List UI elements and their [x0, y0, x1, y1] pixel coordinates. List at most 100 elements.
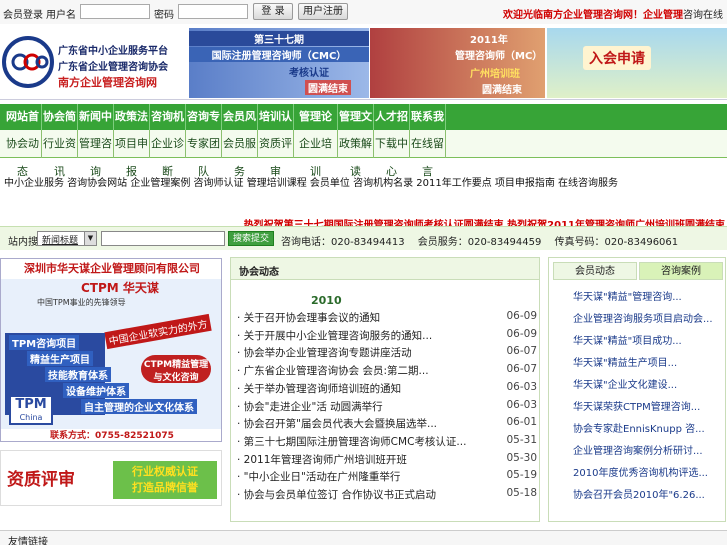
news-title[interactable]: · 关于开展中小企业管理咨询服务的通知...	[237, 328, 497, 343]
ad-ctpm[interactable]: 深圳市华天谋企业管理顾问有限公司 CTPM 华天谋 中国TPM事业的先锋领导 中…	[0, 258, 222, 442]
news-title[interactable]: · 协会召开第"届会员代表大会暨换届选举...	[237, 416, 497, 431]
news-title[interactable]: · 关于举办管理咨询师培训班的通知	[237, 381, 497, 396]
news-title[interactable]: · "中小企业日"活动在广州隆重举行	[237, 469, 497, 484]
news-heading: 协会动态	[239, 267, 279, 278]
subnav-item[interactable]: 管理咨询	[78, 130, 114, 178]
panel2-title: 管理咨询师（MC）	[455, 51, 543, 62]
nav-item[interactable]: 网站首页	[4, 104, 42, 149]
panel2-note: 广州培训班	[470, 69, 520, 80]
banner-panel-cmc[interactable]: 第三十七期 国际注册管理咨询师（CMC） 考核认证 圆满结束	[189, 28, 369, 98]
member-news-link[interactable]: 华天谋"精益生产项目...	[573, 354, 677, 369]
search-input[interactable]	[101, 231, 225, 246]
subnav-item[interactable]: 协会动态	[4, 130, 42, 178]
member-news-link[interactable]: 华天谋"企业文化建设...	[573, 376, 677, 391]
news-row[interactable]: · 关于开展中小企业管理咨询服务的通知... 06-09	[237, 328, 537, 344]
password-input[interactable]	[178, 4, 248, 19]
news-date: 06-03	[506, 380, 537, 393]
friend-links-label: 友情链接	[8, 537, 48, 545]
tab-cases[interactable]: 咨询案例	[639, 262, 723, 280]
member-panel: 会员动态 咨询案例 华天谋"精益"管理咨询... 企业管理咨询服务项目启动会...…	[548, 257, 726, 522]
news-row[interactable]: · 第三十七期国际注册管理咨询师CMC考核认证... 05-31	[237, 434, 537, 450]
subnav-item[interactable]: 会员服务	[222, 130, 258, 178]
tab-member-news[interactable]: 会员动态	[553, 262, 637, 280]
news-row[interactable]: · 关于举办管理咨询师培训班的通知 06-03	[237, 381, 537, 397]
news-row[interactable]: · 关于召开协会理事会议的通知 06-09	[237, 310, 537, 326]
member-news-link[interactable]: 协会召开会员2010年"6.26...	[573, 486, 705, 501]
news-year: 2010	[311, 294, 342, 307]
subnav-item[interactable]: 资质评审	[258, 130, 294, 178]
member-news-link[interactable]: 华天谋荣获CTPM管理咨询...	[573, 398, 700, 413]
sub-nav: 协会动态 行业资讯 管理咨询 项目申报 企业诊断 专家团队 会员服务 资质评审 企业培训 政策解读…	[0, 130, 727, 178]
panel2-year: 2011年	[470, 35, 508, 46]
search-category-select[interactable]: 新闻标题 ▼	[37, 231, 97, 246]
news-title[interactable]: · 关于召开协会理事会议的通知	[237, 310, 497, 325]
news-title[interactable]: · 协会与会员单位签订 合作协议书正式启动	[237, 487, 497, 502]
ad2-title: 资质评审	[7, 470, 75, 490]
news-title[interactable]: · 2011年管理咨询师广州培训班开班	[237, 452, 497, 467]
nav-item[interactable]: 政策法规	[114, 104, 150, 149]
ad-slogan: 中国TPM事业的先锋领导	[37, 298, 126, 307]
subnav-item[interactable]: 项目申报	[114, 130, 150, 178]
news-date: 06-03	[506, 398, 537, 411]
welcome-notice: 欢迎光临南方企业管理咨询网！企业管理咨询在线	[503, 6, 723, 21]
username-label: 用户名	[46, 10, 76, 21]
search-submit-button[interactable]: 搜索提交	[228, 231, 274, 246]
news-row[interactable]: · 广东省企业管理咨询协会 会员:第二期... 06-07	[237, 363, 537, 379]
subnav-item[interactable]: 行业资讯	[42, 130, 78, 178]
login-bar: 会员登录 用户名 密码 登 录 用户注册 欢迎光临南方企业管理咨询网！企业管理咨…	[0, 0, 727, 24]
quick-links[interactable]: 中小企业服务 咨询协会网站 企业管理案例 咨询师认证 管理培训课程 会员单位 咨…	[0, 174, 727, 189]
subnav-item[interactable]: 下载中心	[374, 130, 410, 178]
news-row[interactable]: · 2011年管理咨询师广州培训班开班 05-30	[237, 452, 537, 468]
news-date: 06-07	[506, 363, 537, 376]
subnav-item[interactable]: 企业诊断	[150, 130, 186, 178]
subnav-item[interactable]: 在线留言	[410, 130, 446, 178]
news-date: 06-09	[506, 310, 537, 322]
search-bar: 站内搜索 新闻标题 ▼ 搜索提交 咨询电话：020-83494413 会员服务：…	[0, 226, 727, 250]
news-title[interactable]: · 协会举办企业管理咨询专题讲座活动	[237, 345, 497, 360]
news-row[interactable]: · 协会与会员单位签订 合作协议书正式启动 05-18	[237, 487, 537, 503]
ad2-line-1: 行业权威认证	[132, 465, 198, 478]
panel1-sub: 国际注册管理咨询师（CMC）	[189, 47, 369, 62]
news-row[interactable]: · "中小企业日"活动在广州隆重举行 05-19	[237, 469, 537, 485]
login-button[interactable]: 登 录	[253, 3, 293, 20]
member-news-link[interactable]: 华天谋"精益"项目成功...	[573, 332, 682, 347]
nav-item[interactable]: 管理论坛	[294, 104, 338, 149]
news-row[interactable]: · 协会举办企业管理咨询专题讲座活动 06-07	[237, 345, 537, 361]
member-news-link[interactable]: 企业管理咨询服务项目启动会...	[573, 310, 713, 325]
nav-item[interactable]: 协会简介	[42, 104, 78, 149]
news-date: 05-31	[506, 433, 537, 446]
news-header: 协会动态	[231, 258, 539, 280]
news-row[interactable]: · 协会"走进企业"活 动圆满举行 06-03	[237, 399, 537, 415]
member-news-link[interactable]: 2010年度优秀咨询机构评选...	[573, 464, 708, 479]
join-button[interactable]: 入会申请	[583, 46, 651, 70]
subnav-item[interactable]: 专家团队	[186, 130, 222, 178]
tpm-logo-sub: China	[19, 413, 43, 422]
banner-panel-join[interactable]: 入会申请	[547, 28, 727, 98]
nav-item[interactable]: 新闻中心	[78, 104, 114, 149]
news-title[interactable]: · 协会"走进企业"活 动圆满举行	[237, 399, 497, 414]
subnav-item[interactable]: 政策解读	[338, 130, 374, 178]
register-button[interactable]: 用户注册	[298, 3, 348, 20]
logo-line-1: 广东省中小企业服务平台	[58, 46, 168, 57]
news-title[interactable]: · 第三十七期国际注册管理咨询师CMC考核认证...	[237, 434, 497, 449]
panel1-title: 第三十七期	[189, 31, 369, 46]
nav-item[interactable]: 联系我们	[410, 104, 446, 149]
nav-item[interactable]: 管理文库	[338, 104, 374, 149]
nav-item[interactable]: 培训认证	[258, 104, 294, 149]
nav-item[interactable]: 咨询专家	[186, 104, 222, 149]
site-logo[interactable]: 广东省中小企业服务平台 广东省企业管理咨询协会 南方企业管理咨询网	[2, 28, 187, 96]
member-news-link[interactable]: 华天谋"精益"管理咨询...	[573, 288, 682, 303]
panel1-badge: 圆满结束	[305, 80, 351, 95]
nav-item[interactable]: 人才招聘	[374, 104, 410, 149]
ad2-slogan-block: 行业权威认证 打造品牌信誉	[113, 461, 217, 499]
subnav-item[interactable]: 企业培训	[294, 130, 338, 178]
news-row[interactable]: · 协会召开第"届会员代表大会暨换届选举... 06-01	[237, 416, 537, 432]
nav-item[interactable]: 会员风采	[222, 104, 258, 149]
member-news-link[interactable]: 协会专家赴EnnisKnupp 咨...	[573, 420, 705, 435]
news-title[interactable]: · 广东省企业管理咨询协会 会员:第二期...	[237, 363, 497, 378]
ad-qualification[interactable]: 资质评审 行业权威认证 打造品牌信誉	[0, 450, 222, 506]
nav-item[interactable]: 咨询机构	[150, 104, 186, 149]
member-news-link[interactable]: 企业管理咨询案例分析研讨...	[573, 442, 703, 457]
username-input[interactable]	[80, 4, 150, 19]
banner-panel-mc[interactable]: 2011年 管理咨询师（MC） 广州培训班 圆满结束	[370, 28, 545, 98]
